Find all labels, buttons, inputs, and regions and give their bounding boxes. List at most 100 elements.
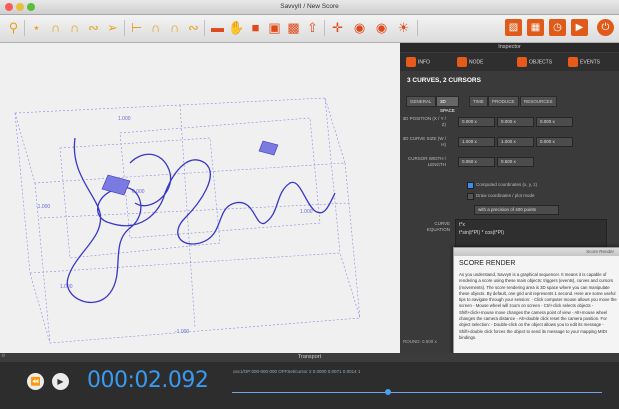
checkbox-label: Computed coordinates (x, y, z) xyxy=(476,182,537,187)
tab-info[interactable]: INFO xyxy=(406,57,430,68)
timecode-display: 000:02.092 xyxy=(87,368,209,393)
curve-path[interactable] xyxy=(164,159,266,245)
axis-label: 1.000 xyxy=(118,116,131,122)
tab-node[interactable]: NODE xyxy=(457,57,483,68)
axis-label: -1.000 xyxy=(36,204,50,210)
node-icon xyxy=(457,57,467,67)
play-circle-icon[interactable]: ◉ xyxy=(351,19,368,36)
checkbox-label: Draw coordinates / plot mode xyxy=(476,193,535,198)
toolbar-divider xyxy=(204,20,205,36)
size-w-field[interactable]: 1.000 x xyxy=(458,137,495,147)
row-label: 3D CURVE SIZE (W / H) xyxy=(402,136,446,147)
power-icon[interactable]: ⏻ xyxy=(597,19,614,36)
group-icon[interactable]: ▣ xyxy=(266,19,283,36)
play-button[interactable]: ▶ xyxy=(52,373,69,390)
position-x-field[interactable]: 0.000 x xyxy=(458,117,495,127)
inspector-header: Inspector xyxy=(400,43,619,52)
3d-scene[interactable]: 1.000 -1.000 1.000 -1.000 0.000 1.000 xyxy=(0,43,400,353)
transport-bar: Transport ⚙ ⏪ ▶ 000:02.092 osc1/OP:000-0… xyxy=(0,353,619,409)
info-icon xyxy=(406,57,416,67)
score-viewport[interactable]: 1.000 -1.000 1.000 -1.000 0.000 1.000 xyxy=(0,43,400,353)
paint-icon[interactable]: ▦ xyxy=(527,19,544,36)
curve-path[interactable] xyxy=(264,181,336,224)
axis-label: 0.000 xyxy=(132,189,145,195)
precision-dropdown[interactable]: with a precision of 400 points xyxy=(474,205,559,215)
axis-label: 1.000 xyxy=(60,284,73,290)
curve-tool-icon[interactable]: ∩ xyxy=(66,19,83,36)
bezier-icon[interactable]: ∩ xyxy=(166,19,183,36)
seek-track[interactable] xyxy=(232,392,602,393)
objects-icon xyxy=(517,57,527,67)
position-y-field[interactable]: 0.000 x xyxy=(497,117,534,127)
equation-editor[interactable]: t*x t*sin(t*PI) * cos(t*PI) xyxy=(455,219,607,249)
score-window-header: Score Render xyxy=(454,248,619,256)
inspector-tabs: INFO NODE OBJECTS EVENTS xyxy=(400,53,619,71)
transport-header: Transport xyxy=(0,353,619,362)
toolbar-divider xyxy=(24,20,25,36)
toolbar-divider xyxy=(324,20,325,36)
subtab-general[interactable]: GENERAL xyxy=(406,96,436,107)
position-z-field[interactable]: 0.000 x xyxy=(536,117,573,127)
pointer-icon[interactable]: ➢ xyxy=(104,19,121,36)
exit-icon[interactable]: ▶ xyxy=(571,19,588,36)
size-h-field[interactable]: 1.000 x xyxy=(497,137,534,147)
lasso-icon[interactable]: ⋆ xyxy=(28,19,45,36)
score-window-text: As you understand, SavvyII is a graphica… xyxy=(459,272,617,340)
app-window: SavvyII / New Score ⚲ ⋆ ∩ ∩ ∾ ➢ ⊢ ∩ ∩ ∾ … xyxy=(0,0,619,409)
score-render-window[interactable]: Score Render SCORE RENDER As you underst… xyxy=(453,247,619,369)
settings-icon[interactable]: ⚙ xyxy=(1,353,5,359)
section-title: 3 CURVES, 2 CURSORS xyxy=(407,77,481,84)
rewind-button[interactable]: ⏪ xyxy=(27,373,44,390)
target-icon[interactable]: ✛ xyxy=(329,19,346,36)
tab-label: OBJECTS xyxy=(529,59,553,66)
subtab-time[interactable]: TIME xyxy=(469,96,488,107)
score-icon[interactable]: ▧ xyxy=(505,19,522,36)
row-label: CURSOR WIDTH / LENGTH xyxy=(408,156,446,167)
title-bar: SavvyII / New Score xyxy=(0,0,619,15)
curve-draw-icon[interactable]: ∩ xyxy=(47,19,64,36)
tab-label: INFO xyxy=(418,59,430,66)
seek-handle[interactable] xyxy=(385,389,391,395)
shape-icon[interactable]: ▩ xyxy=(285,19,302,36)
equation-line: t*sin(t*PI) * cos(t*PI) xyxy=(459,230,505,236)
row-label: CURVE EQUATION xyxy=(426,221,450,232)
toolbar: ⚲ ⋆ ∩ ∩ ∾ ➢ ⊢ ∩ ∩ ∾ ▬ ✋ ■ ▣ ▩ ⇧ ✛ ◉ ◉ ☀ … xyxy=(0,15,619,43)
clock-icon[interactable]: ◷ xyxy=(549,19,566,36)
toolbar-divider xyxy=(417,20,418,36)
object-icon[interactable]: ■ xyxy=(247,19,264,36)
tab-events[interactable]: EVENTS xyxy=(568,57,600,68)
transport-status: osc1/OP:000-000-000 OFFSet/cursor 2 0.00… xyxy=(233,369,361,374)
axis-label: -1.000 xyxy=(175,329,189,335)
record-icon[interactable]: ◉ xyxy=(373,19,390,36)
cursor-marker[interactable] xyxy=(258,140,279,156)
draw-coordinates-checkbox[interactable] xyxy=(467,193,474,200)
score-window-title: SCORE RENDER xyxy=(459,260,516,267)
size-d-field[interactable]: 0.000 x xyxy=(536,137,573,147)
sun-icon[interactable]: ☀ xyxy=(395,19,412,36)
arrow-icon[interactable]: ⊢ xyxy=(128,19,145,36)
spline-icon[interactable]: ∩ xyxy=(147,19,164,36)
computed-coordinates-checkbox[interactable] xyxy=(467,182,474,189)
inspector-footer: ROUND: 0.500 x xyxy=(403,339,437,344)
zoom-icon[interactable]: ⚲ xyxy=(5,19,22,36)
cursor-length-field[interactable]: 0.500 x xyxy=(497,157,534,167)
tab-objects[interactable]: OBJECTS xyxy=(517,57,552,68)
camera-icon[interactable]: ▬ xyxy=(209,19,226,36)
curve-path[interactable] xyxy=(129,153,172,207)
window-title: SavvyII / New Score xyxy=(280,3,339,10)
subtab-3d-space[interactable]: 3D SPACE xyxy=(436,96,459,113)
curve-edit2-icon[interactable]: ∾ xyxy=(185,19,202,36)
subtab-produce[interactable]: PRODUCE xyxy=(488,96,519,107)
curve-edit-icon[interactable]: ∾ xyxy=(85,19,102,36)
events-icon xyxy=(568,57,578,67)
toolbar-divider xyxy=(124,20,125,36)
subtab-resources[interactable]: RESOURCES xyxy=(520,96,557,107)
tab-label: NODE xyxy=(469,59,484,66)
tab-label: EVENTS xyxy=(580,59,601,66)
hand-icon[interactable]: ✋ xyxy=(228,19,245,36)
cursor-width-field[interactable]: 0.050 x xyxy=(458,157,495,167)
row-label: 3D POSITION (X / Y / Z) xyxy=(402,116,446,127)
axis-label: 1.000 xyxy=(300,209,313,215)
transform-icon[interactable]: ⇧ xyxy=(304,19,321,36)
curve-path[interactable] xyxy=(66,137,166,304)
